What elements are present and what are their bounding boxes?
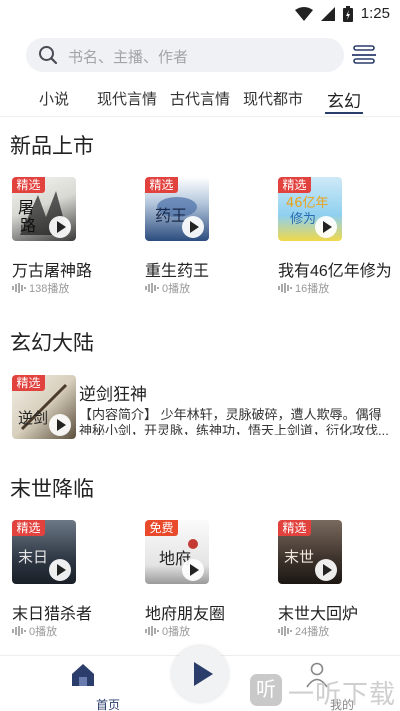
tab-active-underline (325, 112, 363, 114)
play-count: 16播放 (295, 283, 330, 295)
tab-modern-urban[interactable]: 现代都市 (243, 88, 303, 109)
svg-text:屠: 屠 (18, 198, 34, 217)
svg-text:46亿年: 46亿年 (286, 196, 329, 211)
section-title-fantasy-continent: 玄幻大陆 (10, 332, 94, 355)
cover-badge: 精选 (12, 375, 45, 391)
watermark-logo: 听 (250, 674, 282, 706)
book-cover: 逆剑 精选 (12, 375, 76, 439)
audio-wave-icon (278, 626, 292, 636)
book-title: 我有46亿年修为 (278, 263, 392, 280)
status-time: 1:25 (360, 5, 390, 22)
home-icon (72, 664, 94, 686)
feature-book-description: 【内容简介】 少年林轩，灵脉破碎，遭人欺辱。偶得神秘小剑，开灵脉，练神功，悟天上… (79, 407, 389, 435)
book-cover: 地府 免费 (145, 520, 209, 584)
book-cover: 46亿年 修为 精选 (278, 177, 342, 241)
audio-wave-icon (12, 626, 26, 636)
tab-modern-romance[interactable]: 现代言情 (97, 88, 157, 109)
book-title: 重生药王 (145, 263, 210, 280)
tab-divider (0, 116, 400, 117)
tab-novel[interactable]: 小说 (39, 88, 69, 109)
book-cover: 末世 精选 (278, 520, 342, 584)
section-title-apocalypse: 末世降临 (10, 478, 94, 501)
nav-home[interactable]: 首页 (58, 660, 120, 711)
book-plays: 16播放 (278, 280, 329, 296)
audio-wave-icon (278, 283, 292, 293)
play-icon[interactable] (182, 216, 204, 238)
tab-fantasy[interactable]: 玄幻 (327, 87, 361, 112)
audio-wave-icon (145, 626, 159, 636)
play-icon[interactable] (315, 216, 337, 238)
play-icon[interactable] (49, 559, 71, 581)
cover-badge: 精选 (12, 177, 45, 193)
svg-text:末世: 末世 (284, 548, 314, 566)
play-count: 0播放 (29, 626, 58, 638)
book-cover: 末日 精选 (12, 520, 76, 584)
book-plays: 0播放 (12, 623, 57, 639)
book-plays: 24播放 (278, 623, 329, 639)
play-count: 0播放 (162, 626, 191, 638)
book-cover: 药王 精选 (145, 177, 209, 241)
search-placeholder: 书名、主播、作者 (68, 49, 189, 66)
category-tabs: 小说 现代言情 古代言情 现代都市 玄幻 (0, 86, 400, 116)
play-count: 24播放 (295, 626, 330, 638)
book-plays: 0播放 (145, 623, 190, 639)
watermark: 听 一听下载 (250, 670, 398, 709)
search-icon (39, 46, 58, 65)
book-title: 地府朋友圈 (145, 606, 226, 623)
nav-home-label: 首页 (95, 698, 120, 711)
tab-ancient-romance[interactable]: 古代言情 (170, 88, 230, 109)
cover-badge: 免费 (145, 520, 178, 536)
play-count: 0播放 (162, 283, 191, 295)
book-title: 末日猎杀者 (12, 606, 93, 623)
cover-badge: 精选 (12, 520, 45, 536)
play-count: 138播放 (29, 283, 70, 295)
play-icon[interactable] (315, 559, 337, 581)
book-title: 万古屠神路 (12, 263, 93, 280)
svg-text:末日: 末日 (18, 548, 48, 566)
status-icons: 1:25 (294, 5, 390, 22)
svg-text:修为: 修为 (290, 212, 316, 227)
search-row: 书名、主播、作者 (26, 38, 378, 72)
svg-text:路: 路 (20, 216, 36, 235)
cover-badge: 精选 (278, 177, 311, 193)
book-cover: 屠路 精选 (12, 177, 76, 241)
feature-book-title: 逆剑狂神 (79, 385, 147, 404)
status-bar: 1:25 (0, 0, 400, 28)
book-plays: 0播放 (145, 280, 190, 296)
play-icon[interactable] (49, 216, 71, 238)
svg-text:逆剑: 逆剑 (18, 409, 48, 427)
category-menu-icon[interactable] (352, 44, 376, 66)
battery-icon (342, 5, 353, 22)
center-play-button[interactable] (172, 646, 228, 702)
audio-wave-icon (12, 283, 26, 293)
play-icon[interactable] (182, 559, 204, 581)
search-input[interactable]: 书名、主播、作者 (26, 38, 344, 72)
play-icon (194, 662, 213, 686)
cover-badge: 精选 (278, 520, 311, 536)
book-title: 末世大回炉 (278, 606, 359, 623)
play-icon[interactable] (49, 414, 71, 436)
audio-wave-icon (145, 283, 159, 293)
cover-badge: 精选 (145, 177, 178, 193)
book-plays: 138播放 (12, 280, 69, 296)
signal-icon (320, 6, 335, 21)
section-title-new-arrivals: 新品上市 (10, 135, 94, 158)
watermark-text: 一听下载 (288, 679, 397, 709)
wifi-icon (294, 6, 313, 21)
